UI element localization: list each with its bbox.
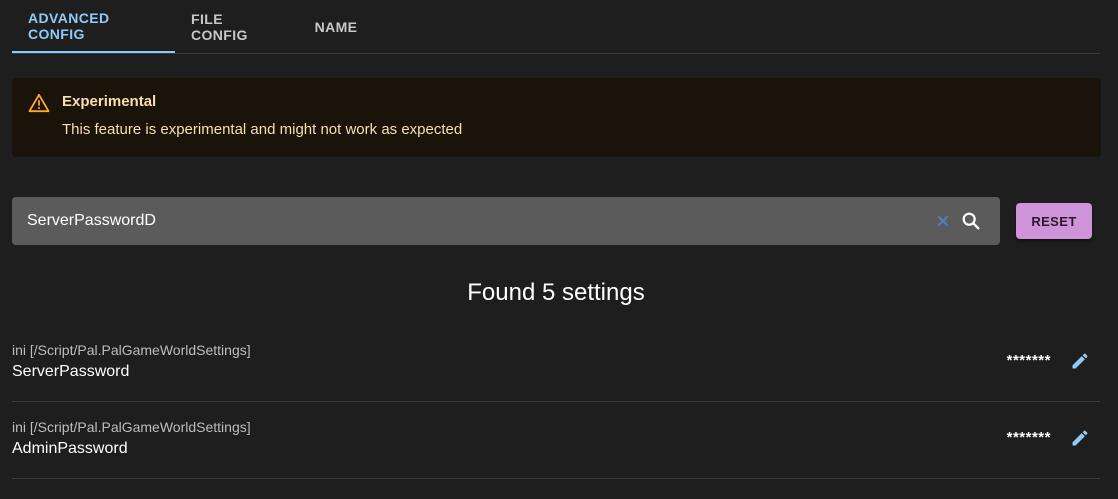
tab-file-config[interactable]: FILE CONFIG — [175, 0, 293, 53]
setting-path: ini [/Script/Pal.PalGameWorldSettings] — [12, 342, 251, 358]
search-input[interactable] — [27, 197, 927, 245]
setting-value: ******* — [1006, 352, 1051, 369]
tab-advanced-config[interactable]: ADVANCED CONFIG — [12, 0, 175, 53]
close-icon[interactable] — [937, 215, 949, 227]
setting-name: ServerPassword — [12, 363, 130, 380]
alert-message: This feature is experimental and might n… — [62, 121, 463, 138]
config-tabs: ADVANCED CONFIG FILE CONFIG NAME — [12, 0, 1100, 54]
advanced-config-page: ADVANCED CONFIG FILE CONFIG NAME Experim… — [0, 0, 1118, 499]
warning-icon — [28, 93, 50, 113]
setting-row: ini [/Script/Pal.PalGameWorldSettings] S… — [12, 325, 1100, 402]
search-field — [12, 197, 1000, 245]
setting-row: ini [/Script/Pal.PalGameWorldSettings] A… — [12, 402, 1100, 479]
setting-name: AdminPassword — [12, 440, 128, 457]
reset-button[interactable]: RESET — [1016, 203, 1092, 239]
pencil-icon[interactable] — [1070, 428, 1090, 448]
setting-value: ******* — [1006, 429, 1051, 446]
experimental-alert: Experimental This feature is experimenta… — [12, 78, 1101, 157]
pencil-icon[interactable] — [1070, 351, 1090, 371]
tab-name[interactable]: NAME — [293, 0, 379, 53]
setting-path: ini [/Script/Pal.PalGameWorldSettings] — [12, 419, 251, 435]
search-icon[interactable] — [960, 210, 982, 232]
results-heading: Found 5 settings — [467, 279, 645, 306]
alert-title: Experimental — [62, 93, 157, 110]
